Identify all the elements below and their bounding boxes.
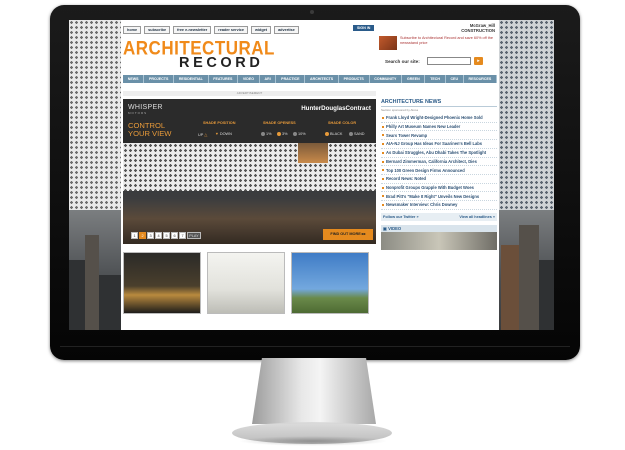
nav-video[interactable]: VIDEO: [238, 75, 260, 83]
util-link-newsletter[interactable]: free e-newsletter: [173, 26, 212, 34]
headline-item[interactable]: Record News: Noted: [381, 175, 497, 184]
sidebar-links: Follow our Twitter » View all headlines …: [381, 212, 497, 221]
ad-control-panel: WHISPER MOTORS HunterDouglasContract CONT…: [123, 99, 376, 143]
monitor-stage: home subscribe free e-newsletter reader …: [0, 0, 625, 450]
openess-1-option[interactable]: 1%: [261, 132, 272, 136]
thumbnail-interior[interactable]: [207, 252, 285, 314]
headline-item[interactable]: Bernard Zimmerman, California Architect,…: [381, 158, 497, 167]
sponsor-line: Section sponsored by Alcoa: [381, 108, 419, 112]
shade-down-option[interactable]: ▼ DOWN: [215, 132, 232, 136]
shade-up-option[interactable]: UP △: [198, 132, 207, 137]
page-4[interactable]: 4: [155, 232, 162, 239]
stand-shadow: [238, 436, 388, 446]
nav-features[interactable]: FEATURES: [209, 75, 239, 83]
headline-list: Frank Lloyd Wright-Designed Phoenix Home…: [381, 114, 497, 210]
shade-position-label: SHADE POSITION: [203, 121, 236, 125]
shade-color-label: SHADE COLOR: [328, 121, 357, 125]
util-link-advertise[interactable]: advertise: [274, 26, 299, 34]
shade-fabric: [123, 143, 376, 191]
headline-item[interactable]: Top 100 Green Design Firms Announced: [381, 166, 497, 175]
headline-item[interactable]: Nonprofit Groups Grapple With Budget Woe…: [381, 184, 497, 193]
sign-in-button[interactable]: SIGN IN: [353, 25, 375, 31]
page-7[interactable]: 7: [179, 232, 186, 239]
view-all-link[interactable]: View all headlines »: [459, 215, 495, 219]
nav-practice[interactable]: PRACTICE: [276, 75, 306, 83]
headline-item[interactable]: AIA-NJ Group Has Ideas For Saarinen's Be…: [381, 140, 497, 149]
utility-nav: home subscribe free e-newsletter reader …: [123, 26, 299, 34]
publisher-logo: McGraw_Hill CONSTRUCTION: [461, 23, 495, 33]
headline-item[interactable]: Frank Lloyd Wright-Designed Phoenix Home…: [381, 114, 497, 123]
nav-residential[interactable]: RESIDENTIAL: [174, 75, 209, 83]
nav-ari[interactable]: ARI: [260, 75, 277, 83]
thumbnail-row: [123, 252, 369, 314]
nav-community[interactable]: COMMUNITY: [370, 75, 403, 83]
main-nav: NEWS PROJECTS RESIDENTIAL FEATURES VIDEO…: [123, 75, 498, 83]
down-arrow-icon: ▼: [215, 132, 219, 136]
page-6[interactable]: 6: [171, 232, 178, 239]
thumbnail-bridge[interactable]: [123, 252, 201, 314]
page-3[interactable]: 3: [147, 232, 154, 239]
openess-3-option[interactable]: 3%: [277, 132, 288, 136]
promo-text: Subscribe to Architectural Record and sa…: [400, 36, 494, 45]
find-out-more-button[interactable]: FIND OUT MORE ▸▸: [323, 229, 373, 240]
web-page: home subscribe free e-newsletter reader …: [121, 20, 499, 330]
news-title: ARCHITECTURE NEWS: [381, 99, 497, 107]
whisper-logo: WHISPER MOTORS: [128, 104, 163, 115]
nav-tech[interactable]: TECH: [425, 75, 446, 83]
up-arrow-icon: △: [204, 133, 208, 137]
util-link-reader-service[interactable]: reader service: [214, 26, 249, 34]
util-link-subscribe[interactable]: subscribe: [144, 26, 171, 34]
partner-logo: HunterDouglasContract: [301, 105, 371, 112]
play-button[interactable]: PLAY: [187, 232, 201, 239]
headline-item[interactable]: Brad Pitt's "Make It Right" Unveils New …: [381, 192, 497, 202]
news-sidebar: ARCHITECTURE NEWS Section sponsored by A…: [381, 99, 497, 250]
nav-green[interactable]: GREEN: [402, 75, 426, 83]
nav-products[interactable]: PRODUCTS: [339, 75, 370, 83]
util-link-widget[interactable]: widget: [251, 26, 272, 34]
color-sand-option[interactable]: SAND: [349, 132, 365, 136]
lamp-shape: [298, 143, 328, 163]
util-link-home[interactable]: home: [123, 26, 142, 34]
video-icon: ▣: [383, 225, 387, 231]
control-heading: CONTROL YOUR VIEW: [128, 121, 172, 138]
camera-icon: [310, 10, 314, 14]
nav-projects[interactable]: PROJECTS: [144, 75, 175, 83]
headline-item[interactable]: Newsmaker Interview: Chris Downey: [381, 201, 497, 210]
video-thumbnail[interactable]: [381, 231, 497, 250]
ad-label: ADVERTISEMENT: [123, 91, 376, 96]
headline-item[interactable]: As Dubai Struggles, Abu Dhabi Takes The …: [381, 149, 497, 158]
follow-twitter-link[interactable]: Follow our Twitter »: [383, 215, 419, 219]
search-label: Search our site:: [385, 59, 420, 64]
headline-item[interactable]: Sears Tower Revamp: [381, 131, 497, 141]
search-input[interactable]: [427, 57, 471, 65]
nav-architects[interactable]: ARCHITECTS: [305, 75, 339, 83]
page-2[interactable]: 2: [139, 232, 146, 239]
nav-resources[interactable]: RESOURCES: [464, 75, 498, 83]
openess-10-option[interactable]: 10%: [293, 132, 306, 136]
color-black-option[interactable]: BLACK: [325, 132, 342, 136]
video-header: ▣ VIDEO: [381, 224, 497, 232]
feature-ad[interactable]: WHISPER MOTORS HunterDouglasContract CONT…: [123, 99, 376, 244]
halftone-backdrop-right: [499, 20, 554, 210]
nav-ceu[interactable]: CEU: [446, 75, 464, 83]
shade-openess-label: SHADE OPENESS: [263, 121, 296, 125]
subscribe-promo[interactable]: Subscribe to Architectural Record and sa…: [379, 36, 500, 50]
bezel-edge: [60, 346, 570, 347]
monitor-screen: home subscribe free e-newsletter reader …: [69, 20, 554, 330]
page-5[interactable]: 5: [163, 232, 170, 239]
nav-news[interactable]: NEWS: [123, 75, 145, 83]
magazine-cover-icon: [379, 36, 397, 50]
thumbnail-windmill[interactable]: [291, 252, 369, 314]
site-logo-bottom[interactable]: RECORD: [179, 55, 263, 71]
headline-item[interactable]: Philly Art Museum Names New Leader: [381, 123, 497, 132]
monitor-stand: [252, 358, 376, 424]
slide-pager: 1 2 3 4 5 6 7 PLAY: [131, 232, 201, 239]
page-1[interactable]: 1: [131, 232, 138, 239]
search-go-button[interactable]: ▸: [474, 57, 483, 65]
